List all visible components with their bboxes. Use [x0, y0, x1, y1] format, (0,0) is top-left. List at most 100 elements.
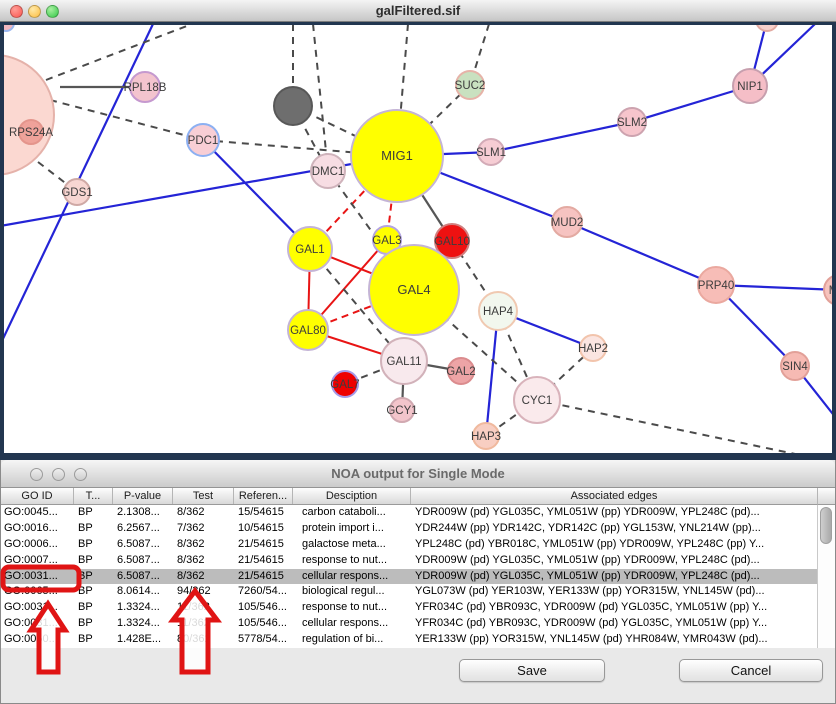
table-cell[interactable]: 21/54615	[234, 569, 293, 585]
table-cell[interactable]: BP	[74, 616, 113, 632]
close-button[interactable]	[10, 5, 23, 18]
table-cell[interactable]: YGL073W (pd) YER103W, YER133W (pp) YOR31…	[411, 584, 817, 600]
zoom-button-inactive[interactable]	[74, 468, 87, 481]
table-cell[interactable]: 21/54615	[234, 553, 293, 569]
column-header-3[interactable]: P-value	[113, 488, 173, 504]
table-cell[interactable]: YFR034C (pd) YBR093C, YDR009W (pd) YGL03…	[411, 616, 817, 632]
table-scrollbar[interactable]	[817, 505, 835, 648]
table-cell[interactable]: response to nut...	[293, 553, 411, 569]
table-cell[interactable]: BP	[74, 569, 113, 585]
table-row[interactable]: GO:0065...BP8.0614...94/3627260/54...bio…	[1, 584, 817, 600]
table-cell[interactable]: BP	[74, 521, 113, 537]
table-cell[interactable]: 6.5087...	[113, 569, 173, 585]
node-label-SLM1: SLM1	[476, 147, 506, 159]
table-cell[interactable]: 1.428E...	[113, 632, 173, 648]
table-cell[interactable]: GO:0045...	[1, 505, 74, 521]
node-label-PRP40: PRP40	[698, 280, 734, 292]
table-cell[interactable]: YDR244W (pp) YDR142C, YDR142C (pp) YGL15…	[411, 521, 817, 537]
table-row[interactable]: GO:0016...BP6.2567...7/36210/54615protei…	[1, 521, 817, 537]
column-header-7[interactable]: Associated edges	[411, 488, 817, 504]
table-cell[interactable]: YDR009W (pd) YGL035C, YML051W (pp) YDR00…	[411, 569, 817, 585]
noa-titlebar[interactable]: NOA output for Single Mode	[1, 460, 835, 488]
node-gray[interactable]	[274, 87, 312, 125]
table-cell[interactable]: GO:0016...	[1, 521, 74, 537]
table-cell[interactable]: 105/546...	[234, 600, 293, 616]
column-header-1[interactable]: GO ID	[1, 488, 74, 504]
table-cell[interactable]: BP	[74, 584, 113, 600]
table-cell[interactable]: 11/362	[173, 616, 234, 632]
table-cell[interactable]: 6.5087...	[113, 537, 173, 553]
table-row[interactable]: GO:0031...BP1.3324...11/362105/546...cel…	[1, 616, 817, 632]
table-cell[interactable]: GO:0031...	[1, 569, 74, 585]
table-cell[interactable]: biological regul...	[293, 584, 411, 600]
table-row[interactable]: GO:0031...BP6.5087...8/36221/54615cellul…	[1, 569, 817, 585]
table-cell[interactable]: 15/54615	[234, 505, 293, 521]
table-row[interactable]: GO:0006...BP6.5087...8/36221/54615galact…	[1, 537, 817, 553]
table-cell[interactable]: carbon cataboli...	[293, 505, 411, 521]
save-button[interactable]: Save	[459, 659, 605, 682]
column-header-5[interactable]: Referen...	[234, 488, 293, 504]
table-cell[interactable]: 80/362	[173, 632, 234, 648]
table-cell[interactable]: 7/362	[173, 521, 234, 537]
table-cell[interactable]: 2.1308...	[113, 505, 173, 521]
table-row[interactable]: GO:0007...BP6.5087...8/36221/54615respon…	[1, 553, 817, 569]
table-cell[interactable]: 5778/54...	[234, 632, 293, 648]
close-button-inactive[interactable]	[30, 468, 43, 481]
table-cell[interactable]: GO:0031...	[1, 616, 74, 632]
table-cell[interactable]: galactose meta...	[293, 537, 411, 553]
table-cell[interactable]: YFR034C (pd) YBR093C, YDR009W (pd) YGL03…	[411, 600, 817, 616]
table-cell[interactable]: 11/362	[173, 600, 234, 616]
table-cell[interactable]: 6.2567...	[113, 521, 173, 537]
table-cell[interactable]: BP	[74, 505, 113, 521]
table-cell[interactable]: GO:0050...	[1, 632, 74, 648]
table-cell[interactable]: 1.3324...	[113, 616, 173, 632]
minimize-button[interactable]	[28, 5, 41, 18]
table-cell[interactable]: GO:0065...	[1, 584, 74, 600]
table-row[interactable]: GO:0031...BP1.3324...11/362105/546...res…	[1, 600, 817, 616]
table-cell[interactable]: GO:0006...	[1, 537, 74, 553]
table-cell[interactable]: cellular respons...	[293, 616, 411, 632]
node-label-GAL2: GAL2	[446, 366, 475, 378]
table-cell[interactable]: 1.3324...	[113, 600, 173, 616]
table-cell[interactable]: BP	[74, 553, 113, 569]
scrollbar-thumb[interactable]	[820, 507, 832, 544]
network-canvas[interactable]: RPL18BRPS24AGDS1PDC1MIG1DMC1SUC2SLM1SLM2…	[0, 0, 836, 460]
node-label-PDC1: PDC1	[188, 135, 219, 147]
canvas-border-right	[832, 22, 836, 460]
table-cell[interactable]: BP	[74, 537, 113, 553]
table-cell[interactable]: YDR009W (pd) YGL035C, YML051W (pp) YDR00…	[411, 553, 817, 569]
table-cell[interactable]: GO:0031...	[1, 600, 74, 616]
table-cell[interactable]: YDR009W (pd) YGL035C, YML051W (pp) YDR00…	[411, 505, 817, 521]
table-row[interactable]: GO:0050...BP1.428E...80/3625778/54...reg…	[1, 632, 817, 648]
table-cell[interactable]: 8/362	[173, 553, 234, 569]
table-cell[interactable]: YPL248C (pd) YBR018C, YML051W (pp) YDR00…	[411, 537, 817, 553]
table-cell[interactable]: BP	[74, 632, 113, 648]
table-cell[interactable]: cellular respons...	[293, 569, 411, 585]
table-cell[interactable]: regulation of bi...	[293, 632, 411, 648]
table-cell[interactable]: 8/362	[173, 505, 234, 521]
table-cell[interactable]: 105/546...	[234, 616, 293, 632]
screen: RPL18BRPS24AGDS1PDC1MIG1DMC1SUC2SLM1SLM2…	[0, 0, 836, 704]
table-cell[interactable]: 8.0614...	[113, 584, 173, 600]
column-header-4[interactable]: Test	[173, 488, 234, 504]
node-label-GCY1: GCY1	[386, 405, 417, 417]
table-cell[interactable]: response to nut...	[293, 600, 411, 616]
table-cell[interactable]: 8/362	[173, 537, 234, 553]
table-cell[interactable]: BP	[74, 600, 113, 616]
table-cell[interactable]: 94/362	[173, 584, 234, 600]
table-cell[interactable]: 10/54615	[234, 521, 293, 537]
table-cell[interactable]: 7260/54...	[234, 584, 293, 600]
table-cell[interactable]: YER133W (pp) YOR315W, YNL145W (pd) YHR08…	[411, 632, 817, 648]
cancel-button[interactable]: Cancel	[679, 659, 823, 682]
column-header-2[interactable]: T...	[74, 488, 113, 504]
table-cell[interactable]: 21/54615	[234, 537, 293, 553]
table-cell[interactable]: 8/362	[173, 569, 234, 585]
table-row[interactable]: GO:0045...BP2.1308...8/36215/54615carbon…	[1, 505, 817, 521]
table-cell[interactable]: protein import i...	[293, 521, 411, 537]
zoom-button[interactable]	[46, 5, 59, 18]
minimize-button-inactive[interactable]	[52, 468, 65, 481]
table-cell[interactable]: GO:0007...	[1, 553, 74, 569]
table-cell[interactable]: 6.5087...	[113, 553, 173, 569]
network-titlebar[interactable]: galFiltered.sif	[0, 0, 836, 22]
column-header-6[interactable]: Desciption	[293, 488, 411, 504]
